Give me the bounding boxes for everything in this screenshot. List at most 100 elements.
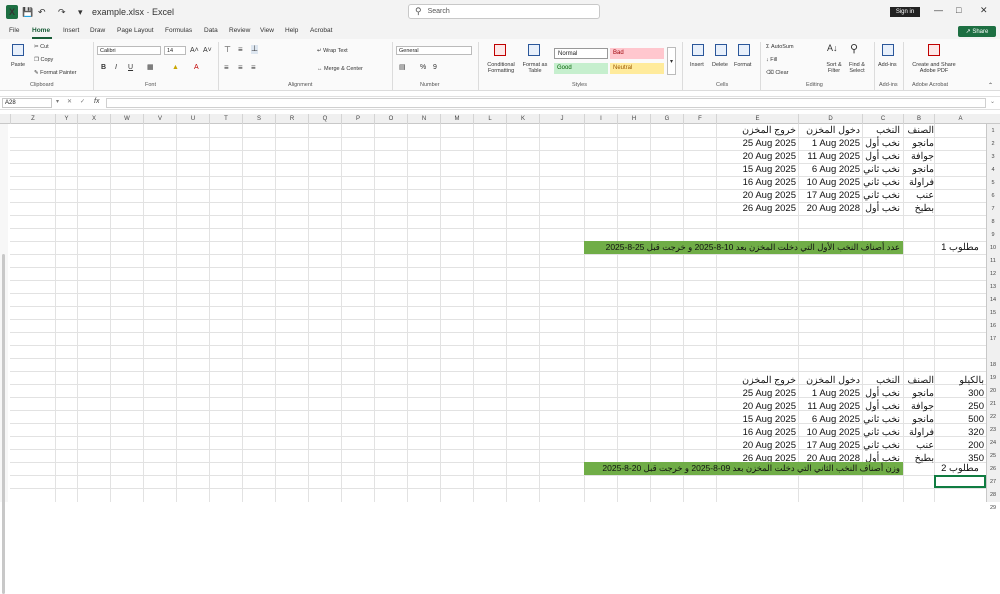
cell-B3[interactable]: جوافة <box>903 150 934 163</box>
wrap-text-button[interactable]: ↵ Wrap Text <box>317 48 348 54</box>
formula-input[interactable] <box>106 98 986 108</box>
row-header[interactable]: 5 <box>986 180 1000 186</box>
cell-A22[interactable]: 320 <box>934 426 984 439</box>
expand-formula-icon[interactable]: ⌄ <box>990 99 995 106</box>
cell-C19[interactable]: نخب أول <box>862 387 900 400</box>
cell-C21[interactable]: نخب ثاني <box>862 413 900 426</box>
cell-C1[interactable]: النخب <box>862 124 900 137</box>
shrink-font-icon[interactable]: A˅ <box>203 47 212 55</box>
tab-draw[interactable]: Draw <box>90 27 105 34</box>
row-header[interactable]: 23 <box>986 427 1000 433</box>
row-header[interactable]: 9 <box>986 232 1000 238</box>
cell-A27[interactable]: مطلوب 2 <box>934 462 986 475</box>
tab-file[interactable]: File <box>9 27 19 34</box>
row-header[interactable]: 27 <box>986 479 1000 485</box>
requirement-1-banner[interactable]: عدد أصناف النخب الأول التي دخلت المخزن ب… <box>584 241 903 254</box>
paste-button[interactable]: Paste <box>11 62 25 68</box>
grow-font-icon[interactable]: A˄ <box>190 47 199 55</box>
cell-D3[interactable]: 11 Aug 2025 <box>798 150 860 163</box>
row-header[interactable]: 11 <box>986 258 1000 264</box>
tab-acrobat[interactable]: Acrobat <box>310 27 332 34</box>
merge-center-button[interactable]: ↔ Merge & Center <box>317 66 363 72</box>
cell-D20[interactable]: 11 Aug 2025 <box>798 400 860 413</box>
column-header[interactable]: N <box>407 114 440 124</box>
row-header[interactable]: 1 <box>986 128 1000 134</box>
cell-C6[interactable]: نخب ثاني <box>862 189 900 202</box>
row-header[interactable]: 18 <box>986 362 1000 368</box>
tab-page-layout[interactable]: Page Layout <box>117 27 154 34</box>
column-header[interactable]: P <box>341 114 374 124</box>
column-header[interactable]: K <box>506 114 539 124</box>
addins-icon[interactable] <box>882 44 894 56</box>
name-box[interactable]: A28 <box>2 98 52 108</box>
comma-icon[interactable]: 9 <box>433 64 437 72</box>
cell-C2[interactable]: نخب أول <box>862 137 900 150</box>
sort-filter-button[interactable]: Sort & Filter <box>822 62 846 74</box>
cell-D23[interactable]: 17 Aug 2025 <box>798 439 860 452</box>
row-header[interactable]: 19 <box>986 375 1000 381</box>
italic-icon[interactable]: I <box>115 64 117 72</box>
sign-in-button[interactable]: Sign in <box>890 7 920 17</box>
cell-B2[interactable]: مانجو <box>903 137 934 150</box>
adobe-pdf-icon[interactable] <box>928 44 940 56</box>
cell-B6[interactable]: عنب <box>903 189 934 202</box>
tab-review[interactable]: Review <box>229 27 250 34</box>
cell-B7[interactable]: بطيخ <box>903 202 934 215</box>
format-as-table-icon[interactable] <box>528 44 540 56</box>
fill-color-icon[interactable]: ▲ <box>172 64 179 72</box>
vertical-scrollbar[interactable] <box>0 124 8 594</box>
style-good[interactable]: Good <box>554 63 608 74</box>
save-icon[interactable]: 💾 <box>22 5 33 19</box>
cell-C22[interactable]: نخب ثاني <box>862 426 900 439</box>
cell-B5[interactable]: فراولة <box>903 176 934 189</box>
cell-C18[interactable]: النخب <box>862 374 900 387</box>
cell-E22[interactable]: 16 Aug 2025 <box>716 426 796 439</box>
column-header[interactable]: V <box>143 114 176 124</box>
column-header[interactable]: S <box>242 114 275 124</box>
minimize-icon[interactable]: — <box>934 5 943 15</box>
cell-C23[interactable]: نخب ثاني <box>862 439 900 452</box>
cell-E6[interactable]: 20 Aug 2025 <box>716 189 796 202</box>
format-as-table-button[interactable]: Format as Table <box>522 62 548 74</box>
tab-data[interactable]: Data <box>204 27 218 34</box>
cell-C4[interactable]: نخب ثاني <box>862 163 900 176</box>
search-input[interactable]: ⚲ Search <box>408 4 600 19</box>
cell-A23[interactable]: 200 <box>934 439 984 452</box>
align-top-icon[interactable]: ⊤ <box>224 45 231 55</box>
cell-A21[interactable]: 500 <box>934 413 984 426</box>
cell-A10[interactable]: مطلوب 1 <box>934 241 986 254</box>
row-header[interactable]: 17 <box>986 336 1000 342</box>
column-header[interactable]: Z <box>10 114 55 124</box>
share-button[interactable]: ↗ Share <box>958 26 996 37</box>
column-header[interactable]: W <box>110 114 143 124</box>
cell-D6[interactable]: 17 Aug 2025 <box>798 189 860 202</box>
column-header[interactable]: D <box>798 114 862 124</box>
delete-cells-button[interactable]: Delete <box>712 62 728 68</box>
percent-icon[interactable]: % <box>420 64 426 72</box>
autosum-button[interactable]: Σ AutoSum <box>766 44 794 50</box>
tab-home[interactable]: Home <box>32 27 50 34</box>
row-header[interactable]: 16 <box>986 323 1000 329</box>
close-icon[interactable]: ✕ <box>980 5 988 16</box>
scrollbar-thumb[interactable] <box>2 254 5 594</box>
cell-A19[interactable]: 300 <box>934 387 984 400</box>
enter-icon[interactable]: ✓ <box>80 99 85 106</box>
align-middle-icon[interactable]: ≡ <box>238 45 243 55</box>
row-header[interactable]: 10 <box>986 245 1000 251</box>
column-header[interactable]: I <box>584 114 617 124</box>
cancel-icon[interactable]: ✕ <box>67 99 72 106</box>
collapse-ribbon-icon[interactable]: ⌃ <box>988 83 993 90</box>
align-bottom-icon[interactable]: ⊥ <box>251 44 258 54</box>
align-right-icon[interactable]: ≡ <box>251 63 256 73</box>
column-header[interactable]: Y <box>55 114 77 124</box>
column-header[interactable]: T <box>209 114 242 124</box>
cell-D21[interactable]: 6 Aug 2025 <box>798 413 860 426</box>
row-header[interactable]: 20 <box>986 388 1000 394</box>
cell-D2[interactable]: 1 Aug 2025 <box>798 137 860 150</box>
find-icon[interactable]: ⚲ <box>850 43 858 55</box>
number-format-select[interactable]: General <box>396 46 472 55</box>
row-header[interactable]: 2 <box>986 141 1000 147</box>
tab-insert[interactable]: Insert <box>63 27 79 34</box>
row-header[interactable]: 22 <box>986 414 1000 420</box>
conditional-formatting-button[interactable]: Conditional Formatting <box>483 62 519 74</box>
